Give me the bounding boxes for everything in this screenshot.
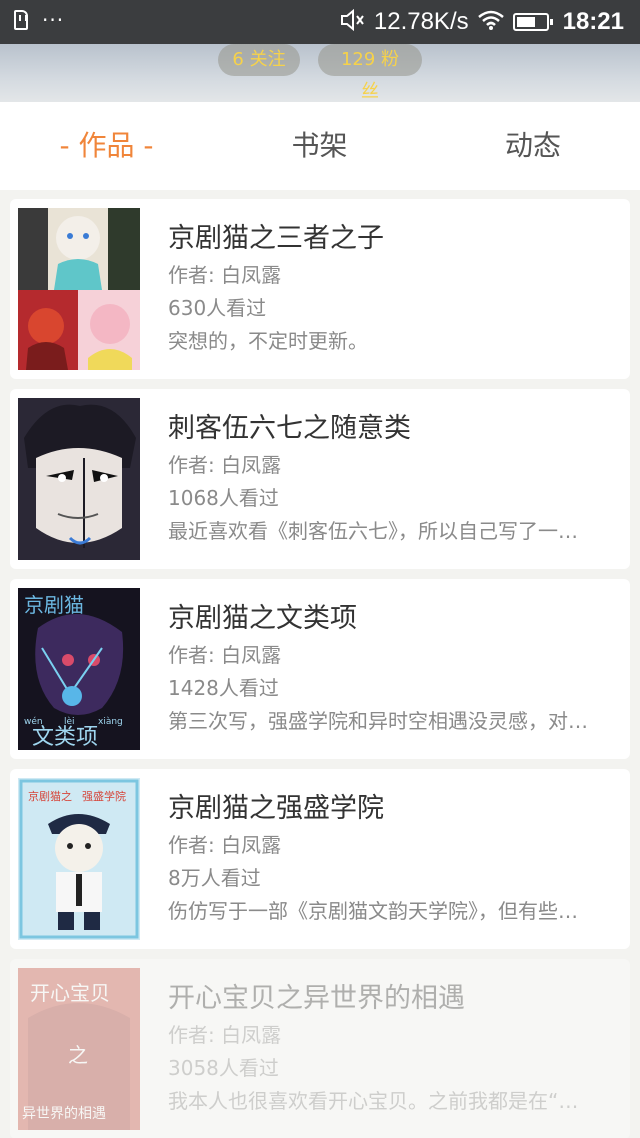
work-views: 8万人看过 — [168, 866, 261, 890]
work-title: 刺客伍六七之随意类 — [168, 413, 411, 444]
work-views: 1428人看过 — [168, 676, 279, 700]
cover-text: xiàng — [98, 717, 123, 727]
work-author: 作者: 白凤露 — [168, 1023, 282, 1047]
work-card[interactable]: 京剧猫之三者之子 作者: 白凤露 630人看过 突想的，不定时更新。 — [10, 199, 630, 379]
wifi-icon — [477, 9, 505, 35]
work-cover-image: 京剧猫之 强盛学院 — [18, 778, 140, 940]
work-card[interactable]: 开心宝贝 之 异世界的相遇 开心宝贝之异世界的相遇 作者: 白凤露 3058人看… — [10, 959, 630, 1138]
sd-card-icon — [14, 10, 28, 30]
work-description: 我本人也很喜欢看开心宝贝。之前我都是在“… — [168, 1089, 579, 1113]
fans-count-button[interactable]: 129 粉丝 — [318, 44, 422, 102]
work-cover-image — [18, 398, 140, 560]
work-description: 伤仿写于一部《京剧猫文韵天学院》，但有些… — [168, 899, 578, 923]
cover-text: 京剧猫 — [24, 593, 84, 617]
mute-icon — [340, 8, 366, 35]
profile-tabs: - 作品 - 书架 动态 — [0, 102, 640, 190]
work-title: 京剧猫之文类项 — [168, 603, 357, 634]
work-cover-image — [18, 208, 140, 370]
work-views: 1068人看过 — [168, 486, 279, 510]
work-description: 最近喜欢看《刺客伍六七》，所以自己写了一… — [168, 519, 578, 543]
work-title: 开心宝贝之异世界的相遇 — [168, 983, 465, 1014]
cover-text: 文类项 — [32, 725, 98, 750]
work-card[interactable]: 刺客伍六七之随意类 作者: 白凤露 1068人看过 最近喜欢看《刺客伍六七》，所… — [10, 389, 630, 569]
cover-text: 之 — [68, 1043, 88, 1067]
work-card[interactable]: 京剧猫 wén lèi xiàng 文类项 京剧猫之文类项 作者: 白凤露 14… — [10, 579, 630, 759]
work-views: 3058人看过 — [168, 1056, 279, 1080]
cover-text: 开心宝贝 — [30, 981, 110, 1005]
work-views: 630人看过 — [168, 296, 267, 320]
work-cover-image: 京剧猫 wén lèi xiàng 文类项 — [18, 588, 140, 750]
follow-count-button[interactable]: 6 关注 — [218, 44, 300, 76]
tab-bookshelf[interactable]: 书架 — [213, 102, 426, 190]
work-author: 作者: 白凤露 — [168, 263, 282, 287]
works-list: 京剧猫之三者之子 作者: 白凤露 630人看过 突想的，不定时更新。 刺客伍六七… — [0, 190, 640, 1138]
cover-text: 异世界的相遇 — [22, 1106, 106, 1122]
work-author: 作者: 白凤露 — [168, 833, 282, 857]
work-description: 突想的，不定时更新。 — [168, 329, 368, 353]
work-title: 京剧猫之三者之子 — [168, 223, 384, 254]
work-card[interactable]: 京剧猫之 强盛学院 京剧猫之强盛学院 作者: 白凤露 8万人看过 伤仿写于一部《… — [10, 769, 630, 949]
work-cover-image: 开心宝贝 之 异世界的相遇 — [18, 968, 140, 1130]
tab-works[interactable]: - 作品 - — [0, 102, 213, 190]
more-notifications-icon: ··· — [42, 8, 65, 32]
work-author: 作者: 白凤露 — [168, 453, 282, 477]
network-speed: 12.78K/s — [373, 8, 469, 35]
tab-activity[interactable]: 动态 — [426, 102, 640, 190]
cover-text: 京剧猫之 — [28, 789, 72, 803]
status-bar: ··· 12.78K/s 18:21 — [0, 0, 640, 44]
profile-header: 6 关注 129 粉丝 — [0, 44, 640, 102]
cover-text: 强盛学院 — [82, 789, 126, 803]
clock: 18:21 — [562, 8, 624, 35]
work-author: 作者: 白凤露 — [168, 643, 282, 667]
work-title: 京剧猫之强盛学院 — [168, 793, 384, 824]
battery-icon — [512, 13, 553, 31]
work-description: 第三次写，强盛学院和异时空相遇没灵感，对… — [168, 709, 588, 733]
